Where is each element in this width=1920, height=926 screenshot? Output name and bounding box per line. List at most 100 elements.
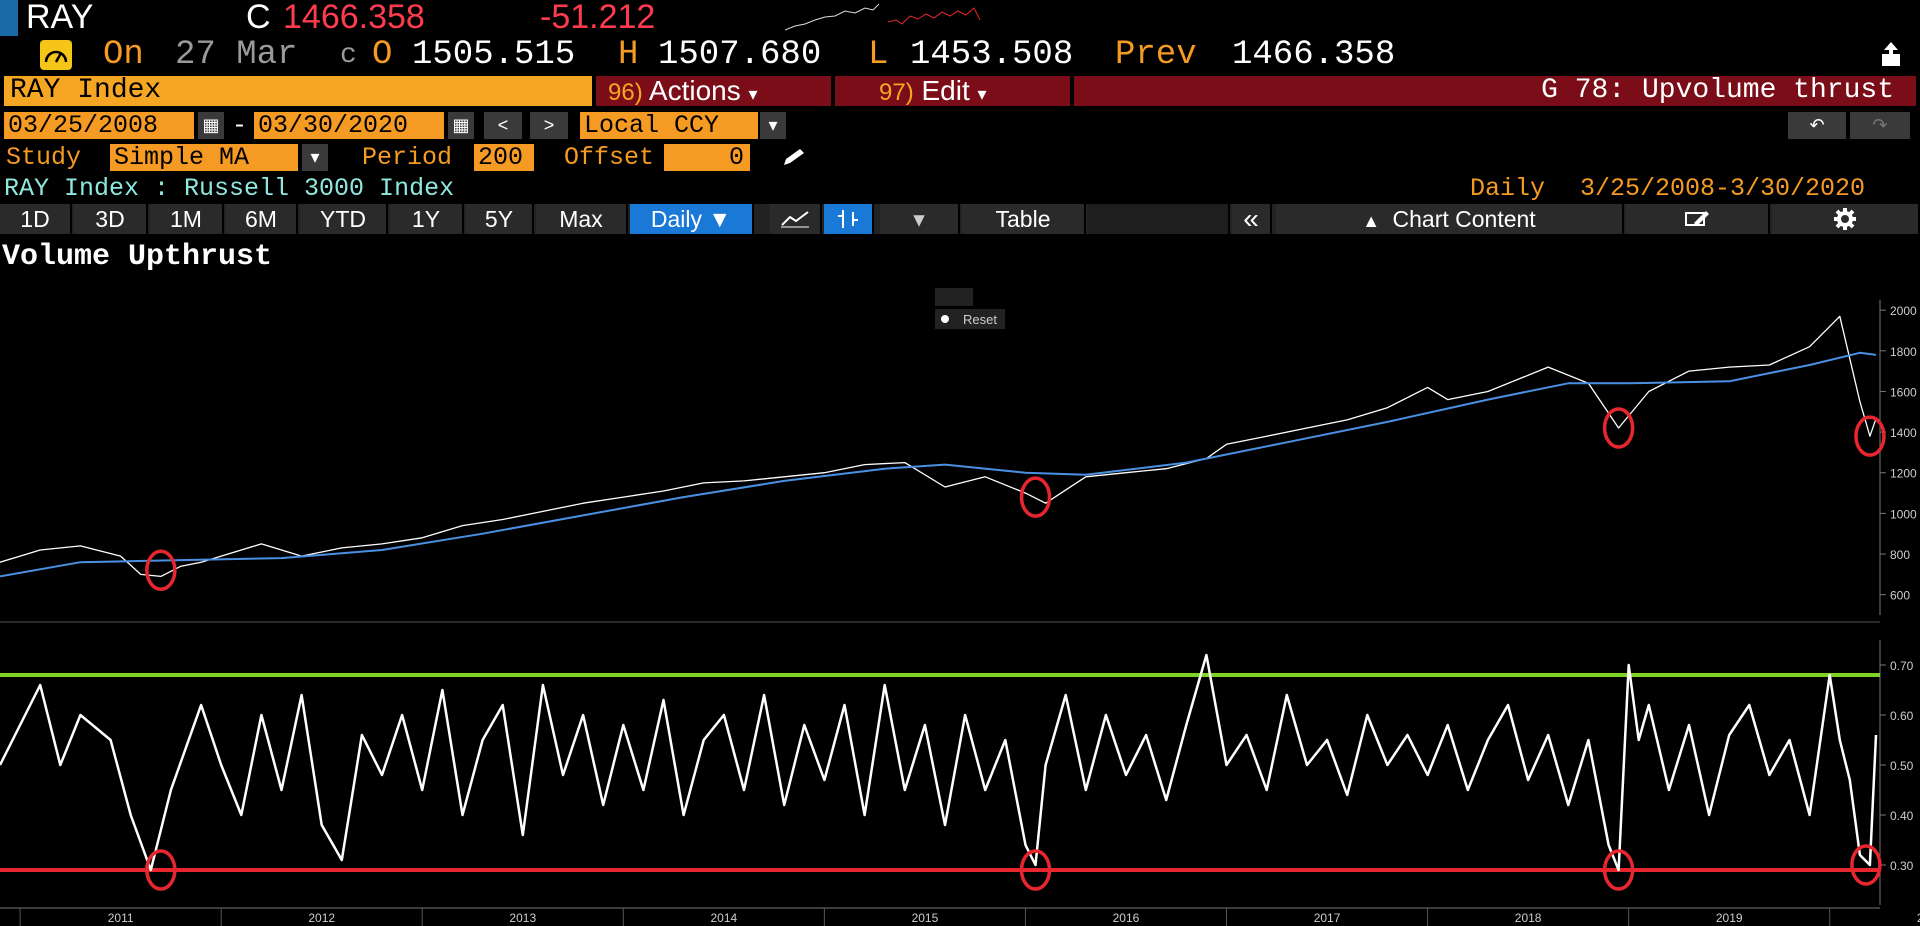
study-select[interactable]: Simple MA <box>110 144 298 171</box>
chevron-down-icon: ▾ <box>977 84 987 104</box>
calendar-icon[interactable]: ▦ <box>448 112 474 139</box>
edit-chart-icon[interactable] <box>1626 204 1770 234</box>
high-label: H <box>618 36 639 74</box>
tab-6m[interactable]: 6M <box>226 204 298 234</box>
open-label: O <box>372 36 393 74</box>
line-chart-icon[interactable] <box>770 204 822 234</box>
start-date-input[interactable]: 03/25/2008 <box>4 112 194 139</box>
y-tick-label: 2000 <box>1890 304 1917 318</box>
ohlc-line: On 27 Mar c O 1505.515 H 1507.680 L 1453… <box>0 36 1920 74</box>
next-period-button[interactable]: > <box>530 112 568 139</box>
y-tick-label: 1800 <box>1890 345 1917 359</box>
high-value: 1507.680 <box>658 36 822 74</box>
low-label: L <box>868 36 889 74</box>
date-separator: - <box>232 111 248 140</box>
price-change: -51.212 <box>540 0 656 36</box>
security-description: RAY Index : Russell 3000 Index <box>4 174 455 203</box>
frequency-dropdown[interactable]: Daily ▼ <box>630 204 754 234</box>
offset-label: Offset <box>564 143 655 172</box>
x-tick-label: 2019 <box>1716 911 1743 925</box>
tab-ytd[interactable]: YTD <box>300 204 388 234</box>
tab-max[interactable]: Max <box>536 204 628 234</box>
period-input[interactable]: 200 <box>474 144 534 171</box>
x-tick-label: 2013 <box>509 911 536 925</box>
x-tick-label: 2014 <box>710 911 737 925</box>
chart-content-label: Chart Content <box>1392 206 1536 232</box>
period-label: Period <box>362 143 453 172</box>
table-button[interactable]: Table <box>962 204 1086 234</box>
range-label: 3/25/2008-3/30/2020 <box>1580 174 1866 203</box>
actions-menu[interactable]: 96) Actions ▾ <box>596 76 831 106</box>
y-tick-label: 800 <box>1890 548 1910 562</box>
y-tick-label: 0.60 <box>1890 709 1914 723</box>
security-color-bar <box>0 0 18 36</box>
x-axis: 2011201220132014201520162017201820192020 <box>0 907 1920 926</box>
edit-label: Edit <box>921 75 970 106</box>
x-tick-label: 2011 <box>108 911 134 925</box>
on-label: On <box>103 36 144 74</box>
bar-chart-icon[interactable] <box>824 204 874 234</box>
sparkline-red <box>888 7 981 25</box>
series-line <box>0 653 1878 872</box>
end-date-input[interactable]: 03/30/2020 <box>254 112 444 139</box>
tab-5y[interactable]: 5Y <box>466 204 534 234</box>
y-tick-label: 1400 <box>1890 426 1917 440</box>
reset-label: Reset <box>963 312 997 327</box>
y-tick-label: 600 <box>1890 589 1910 603</box>
chevron-down-icon[interactable]: ▾ <box>760 112 786 139</box>
y-tick-label: 0.70 <box>1890 659 1914 673</box>
edit-menu[interactable]: 97) Edit ▾ <box>835 76 1070 106</box>
close-flag: c <box>340 40 357 71</box>
chart-type-dropdown[interactable]: ▾ <box>880 204 960 234</box>
x-tick-label: 2016 <box>1113 911 1140 925</box>
x-tick-label: 2015 <box>912 911 939 925</box>
edit-shortcut: 97) <box>879 79 914 106</box>
series-line <box>0 315 1877 578</box>
frequency-label: Daily <box>1470 174 1546 203</box>
offset-input[interactable]: 0 <box>664 144 750 171</box>
chart-area[interactable]: Reset 600 800 1000 1200 1400 1600 1800 2000 0.3… <box>0 270 1920 926</box>
study-settings-bar: Study Simple MA ▾ Period 200 Offset 0 <box>0 143 1920 173</box>
chart-content-button[interactable]: ▲ Chart Content <box>1276 204 1624 234</box>
tab-1d[interactable]: 1D <box>0 204 72 234</box>
y-tick-label: 1200 <box>1890 467 1917 481</box>
chart-title: Volume Upthrust <box>2 240 273 274</box>
chevron-down-icon: ▾ <box>748 84 758 104</box>
redo-icon[interactable]: ↷ <box>1850 112 1910 139</box>
ticker-symbol[interactable]: RAY <box>26 0 93 37</box>
zoom-controls[interactable]: Reset <box>935 288 1005 329</box>
y-tick-label: 0.30 <box>1890 859 1914 873</box>
export-icon[interactable] <box>1880 42 1902 68</box>
y-tick-label: 0.40 <box>1890 809 1914 823</box>
chevron-down-icon[interactable]: ▾ <box>302 144 328 171</box>
study-label: Study <box>6 143 82 172</box>
tab-1y[interactable]: 1Y <box>390 204 464 234</box>
tab-1m[interactable]: 1M <box>150 204 224 234</box>
moving-average-line <box>0 351 1877 578</box>
price-panel: 600 800 1000 1200 1400 1600 1800 2000 <box>0 300 1917 615</box>
open-value: 1505.515 <box>412 36 576 74</box>
security-field[interactable]: RAY Index <box>4 76 592 106</box>
sparkline-white <box>785 3 880 31</box>
function-toolbar: RAY Index 96) Actions ▾ 97) Edit ▾ G 78:… <box>0 76 1920 108</box>
pencil-icon[interactable] <box>780 147 808 169</box>
collapse-icon[interactable]: « <box>1232 204 1272 234</box>
undo-icon[interactable]: ↶ <box>1788 112 1846 139</box>
calendar-icon[interactable]: ▦ <box>198 112 224 139</box>
speedometer-icon[interactable] <box>40 40 72 70</box>
y-tick-label: 0.50 <box>1890 759 1914 773</box>
security-info-bar: RAY Index : Russell 3000 Index Daily 3/2… <box>0 174 1920 204</box>
function-name: G 78: Upvolume thrust <box>1074 76 1916 106</box>
actions-label: Actions <box>648 75 741 106</box>
thrust-panel: 0.30 0.40 0.50 0.60 0.70 <box>0 640 1914 905</box>
prev-period-button[interactable]: < <box>484 112 522 139</box>
close-label: C <box>246 0 271 36</box>
currency-select[interactable]: Local CCY <box>580 112 758 139</box>
quote-date: 27 Mar <box>175 36 298 74</box>
chart-mode-icon[interactable] <box>935 288 973 306</box>
x-tick-label: 2017 <box>1314 911 1341 925</box>
tab-3d[interactable]: 3D <box>74 204 148 234</box>
y-tick-label: 1000 <box>1890 507 1917 521</box>
chart-content-icon: ▲ <box>1362 211 1381 231</box>
gear-icon[interactable] <box>1772 204 1920 234</box>
